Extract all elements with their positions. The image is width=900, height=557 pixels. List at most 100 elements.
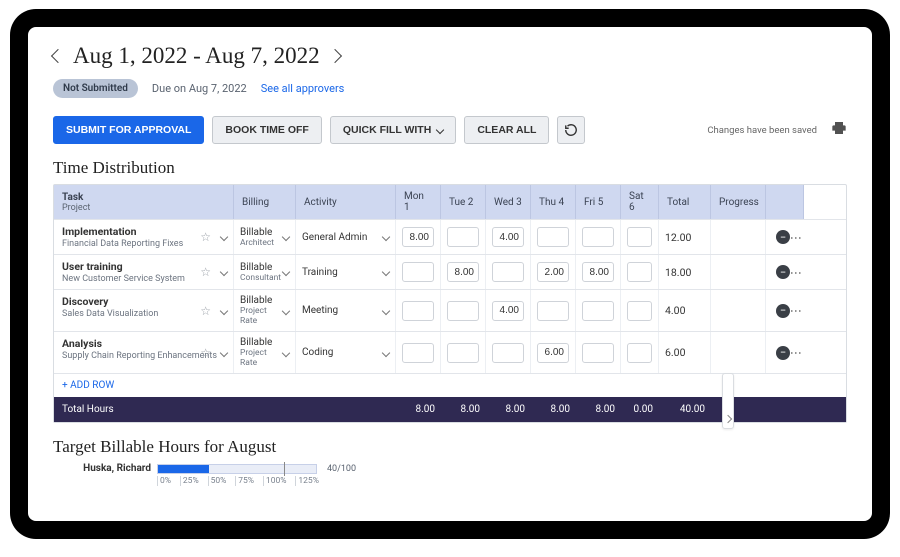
hours-input[interactable] [582, 343, 614, 363]
horizontal-scroll-handle[interactable] [722, 373, 734, 429]
caret-down-icon[interactable] [282, 306, 290, 314]
star-icon[interactable]: ☆ [200, 265, 211, 279]
submit-for-approval-button[interactable]: SUBMIT FOR APPROVAL [53, 116, 204, 144]
add-row-link[interactable]: + ADD ROW [62, 380, 114, 391]
kebab-icon[interactable]: ⋮ [794, 232, 798, 243]
activity-cell[interactable]: General Admin [296, 220, 396, 254]
period-selector: Aug 1, 2022 - Aug 7, 2022 [53, 43, 847, 69]
caret-down-icon[interactable] [220, 268, 228, 276]
caret-down-icon[interactable] [382, 348, 390, 356]
toolbar: SUBMIT FOR APPROVAL BOOK TIME OFF QUICK … [53, 116, 847, 144]
hours-cell [531, 290, 576, 331]
remove-row-button[interactable]: − [776, 346, 790, 360]
hours-cell [576, 255, 621, 289]
billing-label: Billable [240, 295, 283, 306]
task-cell[interactable]: Analysis Supply Chain Reporting Enhancem… [54, 332, 234, 373]
caret-down-icon[interactable] [220, 233, 228, 241]
billing-cell[interactable]: Billable Project Rate [234, 332, 296, 373]
hours-input[interactable] [627, 227, 652, 247]
hours-input[interactable] [492, 343, 524, 363]
book-time-off-button[interactable]: BOOK TIME OFF [212, 116, 321, 144]
caret-down-icon[interactable] [220, 306, 228, 314]
print-icon [831, 120, 847, 136]
billing-cell[interactable]: Billable Project Rate [234, 290, 296, 331]
hours-input[interactable] [627, 343, 652, 363]
hours-input[interactable] [537, 262, 569, 282]
hours-input[interactable] [447, 227, 479, 247]
hours-input[interactable] [492, 262, 524, 282]
row-progress [711, 220, 766, 254]
col-task: Task Project [54, 185, 234, 219]
caret-down-icon[interactable] [282, 233, 290, 241]
hours-input[interactable] [402, 262, 434, 282]
hours-input[interactable] [582, 301, 614, 321]
clear-all-button[interactable]: CLEAR ALL [464, 116, 549, 144]
hours-cell [621, 332, 659, 373]
hours-input[interactable] [537, 343, 569, 363]
star-icon[interactable]: ☆ [200, 230, 211, 244]
caret-down-icon[interactable] [282, 268, 290, 276]
hours-cell [486, 220, 531, 254]
hours-input[interactable] [627, 301, 652, 321]
row-actions: − ⋮ [766, 255, 804, 289]
hours-input[interactable] [447, 343, 479, 363]
task-cell[interactable]: Discovery Sales Data Visualization ☆ [54, 290, 234, 331]
remove-row-button[interactable]: − [776, 265, 790, 279]
col-thu: Thu 4 [531, 185, 576, 219]
table-row: Analysis Supply Chain Reporting Enhancem… [54, 331, 846, 373]
star-icon[interactable]: ☆ [200, 346, 211, 360]
quick-fill-button[interactable]: QUICK FILL WITH [330, 116, 456, 144]
chart-category-label: Huska, Richard [53, 463, 151, 474]
activity-cell[interactable]: Coding [296, 332, 396, 373]
hours-cell [441, 332, 486, 373]
hours-input[interactable] [537, 301, 569, 321]
remove-row-button[interactable]: − [776, 304, 790, 318]
caret-down-icon[interactable] [220, 348, 228, 356]
quick-fill-label: QUICK FILL WITH [343, 124, 431, 136]
hours-input[interactable] [402, 301, 434, 321]
hours-input[interactable] [582, 227, 614, 247]
totals-mon: 8.00 [396, 397, 441, 422]
hours-input[interactable] [492, 227, 524, 247]
billing-cell[interactable]: Billable Consultant [234, 255, 296, 289]
kebab-icon[interactable]: ⋮ [794, 267, 798, 278]
star-icon[interactable]: ☆ [200, 304, 211, 318]
chevron-right-icon[interactable] [328, 49, 342, 63]
axis-tick: 50% [208, 476, 227, 486]
caret-down-icon[interactable] [382, 306, 390, 314]
print-button[interactable] [831, 120, 847, 140]
hours-input[interactable] [447, 262, 479, 282]
billing-role: Project Rate [240, 348, 283, 368]
hours-input[interactable] [402, 227, 434, 247]
kebab-icon[interactable]: ⋮ [794, 347, 798, 358]
hours-input[interactable] [402, 343, 434, 363]
activity-cell[interactable]: Training [296, 255, 396, 289]
task-cell[interactable]: Implementation Financial Data Reporting … [54, 220, 234, 254]
billing-cell[interactable]: Billable Architect [234, 220, 296, 254]
billing-role: Consultant [240, 273, 281, 283]
totals-tue: 8.00 [441, 397, 486, 422]
hours-input[interactable] [627, 262, 652, 282]
table-row: User training New Customer Service Syste… [54, 254, 846, 289]
see-approvers-link[interactable]: See all approvers [261, 82, 345, 95]
hours-input[interactable] [582, 262, 614, 282]
hours-cell [576, 332, 621, 373]
refresh-button[interactable] [557, 116, 585, 144]
hours-input[interactable] [537, 227, 569, 247]
caret-down-icon[interactable] [282, 348, 290, 356]
chevron-left-icon[interactable] [51, 49, 65, 63]
caret-down-icon[interactable] [382, 268, 390, 276]
hours-cell [396, 332, 441, 373]
hours-input[interactable] [447, 301, 479, 321]
task-cell[interactable]: User training New Customer Service Syste… [54, 255, 234, 289]
activity-cell[interactable]: Meeting [296, 290, 396, 331]
caret-down-icon[interactable] [382, 233, 390, 241]
caret-down-icon [436, 126, 444, 134]
kebab-icon[interactable]: ⋮ [794, 305, 798, 316]
row-actions: − ⋮ [766, 332, 804, 373]
totals-label: Total Hours [54, 397, 234, 422]
billing-label: Billable [240, 262, 281, 273]
remove-row-button[interactable]: − [776, 230, 790, 244]
hours-input[interactable] [492, 301, 524, 321]
row-progress [711, 332, 766, 373]
